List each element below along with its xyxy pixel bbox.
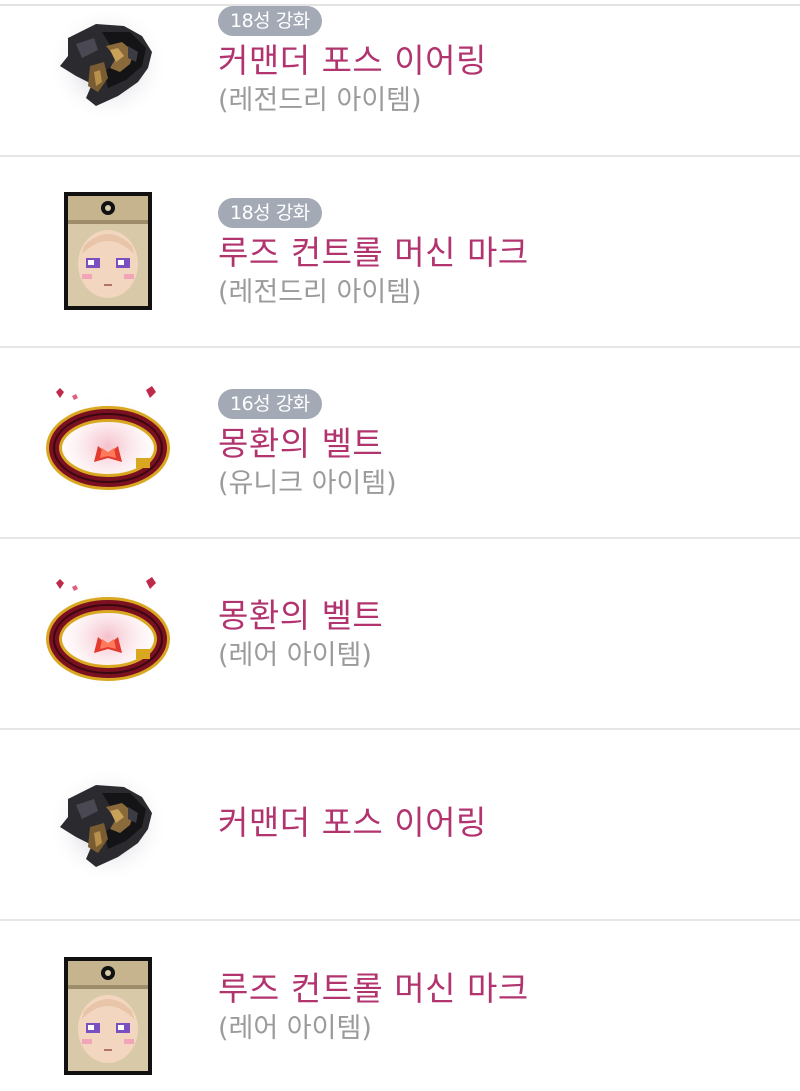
item-grade: (레어 아이템) [218, 1013, 372, 1044]
item-info: 18성 강화 커맨더 포스 이어링 (레전드리 아이템) [218, 6, 487, 118]
earring-icon [46, 2, 170, 126]
enhancement-badge: 18성 강화 [218, 6, 322, 36]
belt-icon [46, 573, 170, 697]
enhancement-badge: 18성 강화 [218, 198, 322, 228]
item-name[interactable]: 루즈 컨트롤 머신 마크 [218, 233, 529, 273]
machine-mark-icon [46, 188, 170, 312]
machine-mark-icon [46, 953, 170, 1077]
item-info: 18성 강화 루즈 컨트롤 머신 마크 (레전드리 아이템) [218, 198, 529, 310]
item-grade: (레어 아이템) [218, 640, 372, 671]
item-grade: (레전드리 아이템) [218, 85, 422, 116]
item-grade: (유니크 아이템) [218, 468, 397, 499]
item-name[interactable]: 커맨더 포스 이어링 [218, 41, 487, 81]
item-name[interactable]: 몽환의 벨트 [218, 424, 397, 464]
item-info: 커맨더 포스 이어링 [218, 803, 487, 843]
item-name[interactable]: 몽환의 벨트 [218, 596, 383, 636]
item-name[interactable]: 루즈 컨트롤 머신 마크 [218, 969, 529, 1009]
item-name[interactable]: 커맨더 포스 이어링 [218, 803, 487, 843]
belt-icon [46, 382, 170, 506]
item-grade: (레전드리 아이템) [218, 277, 422, 308]
enhancement-badge: 16성 강화 [218, 389, 322, 419]
item-list: 18성 강화 커맨더 포스 이어링 (레전드리 아이템) 18성 강화 루즈 컨… [0, 0, 800, 1091]
item-row[interactable]: 루즈 컨트롤 머신 마크 (레어 아이템) [0, 921, 800, 1091]
item-row[interactable]: 커맨더 포스 이어링 [0, 730, 800, 921]
item-row[interactable]: 18성 강화 루즈 컨트롤 머신 마크 (레전드리 아이템) [0, 157, 800, 348]
item-row[interactable]: 18성 강화 커맨더 포스 이어링 (레전드리 아이템) [0, 0, 800, 157]
item-info: 16성 강화 몽환의 벨트 (유니크 아이템) [218, 389, 397, 501]
earring-icon [46, 763, 170, 887]
item-row[interactable]: 16성 강화 몽환의 벨트 (유니크 아이템) [0, 348, 800, 539]
item-info: 루즈 컨트롤 머신 마크 (레어 아이템) [218, 969, 529, 1046]
item-info: 몽환의 벨트 (레어 아이템) [218, 596, 383, 673]
item-row[interactable]: 몽환의 벨트 (레어 아이템) [0, 539, 800, 730]
